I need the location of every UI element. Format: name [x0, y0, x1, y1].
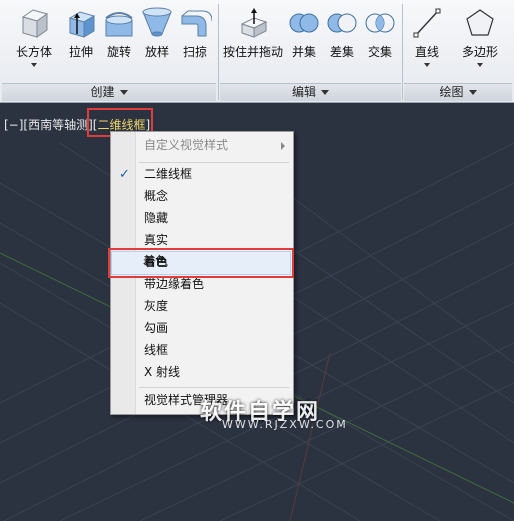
revolve-tool-button[interactable]: 旋转	[102, 6, 136, 60]
menu-item-hidden[interactable]: 隐藏	[111, 208, 293, 229]
panel-create-title[interactable]: 创建	[2, 83, 216, 101]
panel-draw-label: 绘图	[439, 85, 464, 99]
presspull-tool-button[interactable]: 按住并拖动	[221, 6, 285, 60]
panel-draw-title[interactable]: 绘图	[404, 83, 512, 101]
shaded-highlight-box	[108, 248, 294, 278]
presspull-tool-label: 按住并拖动	[222, 45, 283, 59]
polygon-dropdown-caret[interactable]	[477, 63, 483, 67]
subtract-tool-label: 差集	[329, 45, 354, 59]
line-icon	[413, 8, 441, 38]
menu-item-sketchy[interactable]: 勾画	[111, 318, 293, 339]
box-tool-label: 长方体	[15, 45, 52, 59]
panel-edit-label: 编辑	[291, 85, 316, 99]
menu-item-label: 勾画	[144, 321, 169, 335]
loft-icon	[142, 7, 172, 37]
ribbon: 长方体 拉伸 旋转 放样 扫掠 按住并拖动 并集 差集 交集 直线 多边形 创建…	[0, 0, 514, 103]
panel-separator	[402, 4, 403, 100]
panel-create-label: 创建	[90, 85, 115, 99]
box-dropdown-caret[interactable]	[31, 63, 37, 67]
menu-item-label: 着色	[144, 255, 169, 269]
polygon-tool-button[interactable]: 多边形	[458, 6, 502, 67]
union-tool-label: 并集	[291, 45, 316, 59]
checkmark-icon: ✓	[119, 167, 130, 182]
line-tool-button[interactable]: 直线	[410, 6, 444, 67]
box-tool-button[interactable]: 长方体	[8, 6, 60, 67]
extrude-icon	[68, 11, 96, 38]
menu-item-x-ray[interactable]: X 射线	[111, 362, 293, 383]
polygon-icon	[466, 9, 494, 36]
menu-item-label: 线框	[144, 343, 169, 357]
panel-separator	[218, 4, 219, 100]
intersect-icon	[365, 13, 395, 33]
watermark-url: WWW.RJZXW.COM	[222, 418, 348, 431]
union-icon	[289, 13, 319, 33]
subtract-icon	[327, 13, 357, 33]
menu-item-label: 灰度	[144, 299, 169, 313]
loft-tool-label: 放样	[144, 45, 169, 59]
line-dropdown-caret[interactable]	[424, 63, 430, 67]
chevron-down-icon	[468, 90, 477, 95]
menu-separator	[139, 162, 289, 163]
menu-item-wireframe[interactable]: 线框	[111, 340, 293, 361]
menu-item-label: 自定义视觉样式	[144, 138, 229, 152]
menu-item-conceptual[interactable]: 概念	[111, 186, 293, 207]
sweep-tool-button[interactable]: 扫掠	[178, 6, 212, 60]
viewport-controls[interactable]: [−][西南等轴测][	[4, 118, 97, 132]
revolve-tool-label: 旋转	[106, 45, 131, 59]
menu-item-custom-visual-style[interactable]: 自定义视觉样式	[111, 135, 293, 156]
menu-item-label: 概念	[144, 189, 169, 203]
menu-item-2d-wireframe[interactable]: ✓ 二维线框	[111, 164, 293, 185]
subtract-tool-button[interactable]: 差集	[325, 6, 359, 60]
box-icon	[21, 9, 49, 38]
chevron-down-icon	[119, 90, 128, 95]
intersect-tool-button[interactable]: 交集	[363, 6, 397, 60]
extrude-tool-button[interactable]: 拉伸	[66, 6, 96, 60]
menu-item-label: 二维线框	[144, 167, 193, 181]
menu-item-label: X 射线	[144, 365, 181, 379]
menu-separator	[139, 387, 289, 388]
presspull-icon	[240, 8, 268, 38]
sweep-tool-label: 扫掠	[182, 45, 207, 59]
revolve-icon	[105, 12, 133, 37]
panel-edit-title[interactable]: 编辑	[220, 83, 401, 101]
intersect-tool-label: 交集	[367, 45, 392, 59]
chevron-right-icon	[281, 142, 285, 150]
extrude-tool-label: 拉伸	[68, 45, 93, 59]
sweep-icon	[181, 10, 212, 37]
menu-item-label: 隐藏	[144, 211, 169, 225]
line-tool-label: 直线	[414, 45, 439, 59]
loft-tool-button[interactable]: 放样	[140, 6, 174, 60]
menu-item-shades-of-gray[interactable]: 灰度	[111, 296, 293, 317]
chevron-down-icon	[321, 90, 329, 95]
union-tool-button[interactable]: 并集	[287, 6, 321, 60]
polygon-tool-label: 多边形	[461, 45, 498, 59]
